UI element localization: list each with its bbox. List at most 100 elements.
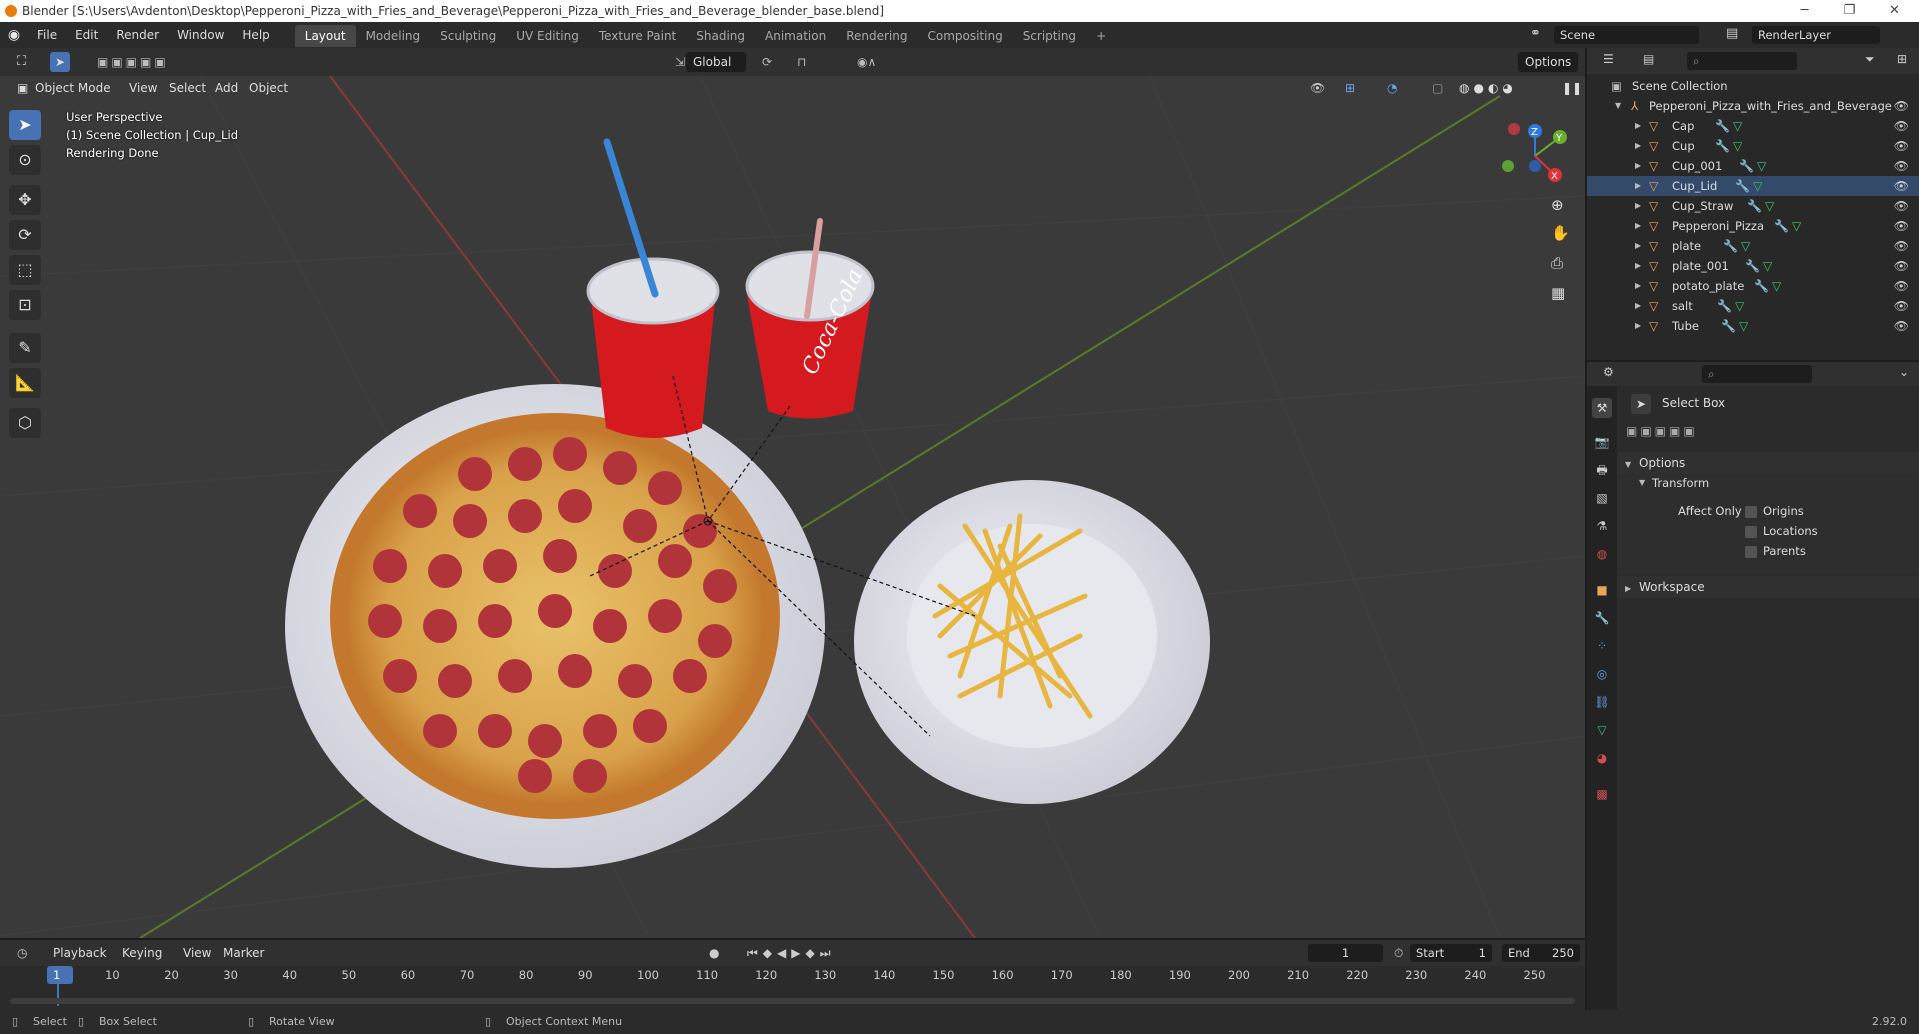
expand-right-icon[interactable]: ▶ (1635, 176, 1641, 196)
pivot-icon[interactable]: ⟳ (755, 52, 779, 72)
tab-texture-paint[interactable]: Texture Paint (589, 25, 686, 47)
tab-compositing[interactable]: Compositing (917, 25, 1012, 47)
select-mode-icons[interactable]: ▣▣▣▣▣ (90, 52, 176, 72)
camera-icon[interactable]: ⎙ (1551, 254, 1563, 272)
gizmo-toggle-icon[interactable]: ⊞ (1338, 78, 1362, 98)
menu-window[interactable]: Window (168, 22, 233, 48)
viewport-menu-add[interactable]: Add (208, 78, 245, 98)
tab-uv-editing[interactable]: UV Editing (506, 25, 589, 47)
tab-modeling[interactable]: Modeling (356, 25, 431, 47)
list-item[interactable]: ▶ ▽ Cup 🔧 ▽ 👁 (1587, 136, 1919, 156)
eye-icon[interactable]: 👁 (1894, 136, 1909, 156)
outliner-editor-icon[interactable]: ☰ (1603, 52, 1614, 66)
editor-type-icon[interactable]: ⛶ (10, 52, 33, 72)
proportional-edit-icon[interactable]: ◉∧ (850, 52, 883, 72)
viewport-menu-select[interactable]: Select (162, 78, 213, 98)
playback-controls[interactable]: ⏮◆◀▶◆⏭ (740, 943, 843, 963)
menu-help[interactable]: Help (233, 22, 278, 48)
list-item[interactable]: ▶ ▽ potato_plate 🔧 ▽ 👁 (1587, 276, 1919, 296)
list-item[interactable]: ▣ Scene Collection (1587, 76, 1919, 96)
properties-dropdown-icon[interactable]: ⌄ (1899, 365, 1909, 379)
particles-tab-icon[interactable]: ⁘ (1592, 636, 1612, 656)
visibility-icon[interactable]: 👁 (1303, 78, 1332, 98)
expand-right-icon[interactable]: ▶ (1635, 256, 1641, 276)
eye-icon[interactable]: 👁 (1894, 236, 1909, 256)
list-item[interactable]: ▼ ⅄ Pepperoni_Pizza_with_Fries_and_Bever… (1587, 96, 1919, 116)
parents-checkbox[interactable] (1745, 546, 1757, 558)
new-collection-icon[interactable]: ⊞ (1897, 52, 1907, 66)
scene-tab-icon[interactable]: ⚗ (1592, 516, 1612, 536)
display-mode-icon[interactable]: ▤ (1643, 52, 1654, 66)
expand-right-icon[interactable]: ▶ (1635, 216, 1641, 236)
expand-down-icon[interactable]: ▼ (1615, 96, 1621, 116)
expand-right-icon[interactable]: ▶ (1635, 116, 1641, 136)
properties-search-input[interactable]: ⌕ (1702, 365, 1812, 383)
timeline-menu-marker[interactable]: Marker (216, 943, 271, 963)
world-tab-icon[interactable]: ◍ (1592, 544, 1612, 564)
start-frame-field[interactable]: Start 1 (1410, 944, 1492, 962)
object-mode-dropdown[interactable]: Object Mode (28, 78, 118, 98)
render-layer-icon[interactable]: ▤ (1726, 26, 1738, 41)
timer-icon[interactable]: ⏱ (1387, 943, 1410, 963)
list-item[interactable]: ▶ ▽ salt 🔧 ▽ 👁 (1587, 296, 1919, 316)
eye-icon[interactable]: 👁 (1894, 96, 1909, 116)
list-item[interactable]: ▶ ▽ plate_001 🔧 ▽ 👁 (1587, 256, 1919, 276)
properties-editor-icon[interactable]: ⚙ (1603, 365, 1614, 379)
eye-icon[interactable]: 👁 (1894, 196, 1909, 216)
select-tool-icon[interactable]: ➤ (50, 52, 71, 72)
eye-icon[interactable]: 👁 (1894, 116, 1909, 136)
tab-shading[interactable]: Shading (686, 25, 755, 47)
overlay-toggle-icon[interactable]: ◔ (1380, 78, 1404, 98)
scene-field[interactable]: Scene (1554, 26, 1699, 44)
origins-checkbox[interactable] (1745, 506, 1757, 518)
expand-right-icon[interactable]: ▶ (1635, 236, 1641, 256)
select-box-tool-icon[interactable]: ➤ (9, 110, 41, 140)
timeline-editor-icon[interactable]: ◷ (10, 943, 34, 963)
render-layer-field[interactable]: RenderLayer (1752, 26, 1880, 44)
material-tab-icon[interactable]: ◕ (1592, 748, 1612, 768)
view-layer-tab-icon[interactable]: ▧ (1592, 488, 1612, 508)
expand-right-icon[interactable]: ▶ (1635, 316, 1641, 336)
timeline-menu-view[interactable]: View (176, 943, 218, 963)
select-mode-buttons[interactable]: ▣▣▣▣▣ (1626, 424, 1698, 438)
menu-edit[interactable]: Edit (66, 22, 107, 48)
scale-tool-icon[interactable]: ⬚ (9, 255, 41, 285)
tab-rendering[interactable]: Rendering (836, 25, 917, 47)
viewport-menu-object[interactable]: Object (242, 78, 295, 98)
eye-icon[interactable]: 👁 (1894, 276, 1909, 296)
menu-render[interactable]: Render (107, 22, 168, 48)
constraints-tab-icon[interactable]: ⛓ (1592, 692, 1612, 712)
list-item-selected[interactable]: ▶ ▽ Cup_Lid 🔧 ▽ 👁 (1587, 176, 1919, 196)
list-item[interactable]: ▶ ▽ Pepperoni_Pizza 🔧 ▽ 👁 (1587, 216, 1919, 236)
locations-checkbox[interactable] (1745, 526, 1757, 538)
navigation-gizmo[interactable]: Z Y X (1502, 123, 1567, 182)
pause-icon[interactable]: ❚❚ (1555, 78, 1589, 98)
orientation-dropdown[interactable]: Global (686, 52, 746, 72)
close-button[interactable]: ✕ (1872, 0, 1917, 22)
texture-tab-icon[interactable]: ▩ (1592, 784, 1612, 804)
transform-tool-icon[interactable]: ⊡ (9, 290, 41, 320)
list-item[interactable]: ▶ ▽ Tube 🔧 ▽ 👁 (1587, 316, 1919, 336)
scene-icon[interactable]: ⚭ (1530, 26, 1541, 41)
tool-tab-icon[interactable]: ⚒ (1592, 398, 1612, 418)
list-item[interactable]: ▶ ▽ Cup_Straw 🔧 ▽ 👁 (1587, 196, 1919, 216)
tab-animation[interactable]: Animation (755, 25, 836, 47)
eye-icon[interactable]: 👁 (1894, 316, 1909, 336)
physics-tab-icon[interactable]: ◎ (1592, 664, 1612, 684)
zoom-icon[interactable]: ⊕ (1551, 196, 1564, 214)
data-tab-icon[interactable]: ▽ (1592, 720, 1612, 740)
annotate-tool-icon[interactable]: ✎ (9, 333, 41, 363)
eye-icon[interactable]: 👁 (1894, 216, 1909, 236)
add-cube-tool-icon[interactable]: ⬡ (9, 408, 41, 438)
move-tool-icon[interactable]: ✥ (9, 185, 41, 215)
cursor-tool-icon[interactable]: ⊙ (9, 145, 41, 175)
tab-sculpting[interactable]: Sculpting (430, 25, 506, 47)
options-section[interactable]: ▼ Options (1617, 452, 1919, 474)
current-frame-field[interactable]: 1 (1308, 944, 1383, 962)
shading-mode-icons[interactable]: ◍●◐◕ (1452, 78, 1524, 98)
eye-icon[interactable]: 👁 (1894, 156, 1909, 176)
tab-scripting[interactable]: Scripting (1013, 25, 1086, 47)
timeline-menu-playback[interactable]: Playback (46, 943, 114, 963)
render-tab-icon[interactable]: 📷 (1592, 432, 1612, 452)
workspace-section[interactable]: ▶ Workspace (1617, 576, 1919, 598)
